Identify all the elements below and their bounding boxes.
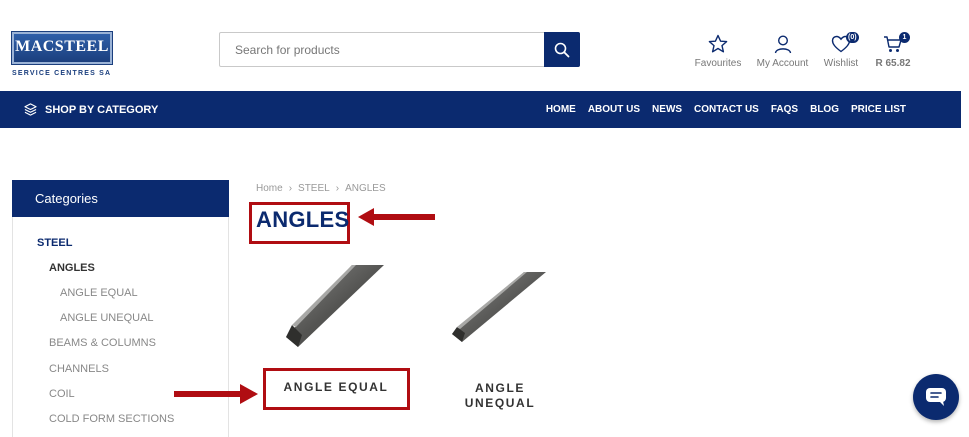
cart-count-badge: 1 <box>899 32 910 43</box>
nav-link-blog[interactable]: BLOG <box>810 104 839 115</box>
nav-link-price-list[interactable]: PRICE LIST <box>851 104 906 115</box>
nav-link-contact-us[interactable]: CONTACT US <box>694 104 759 115</box>
logo-wordmark: MACSTEEL <box>15 38 109 55</box>
annotation-arrow-left-icon <box>358 208 435 226</box>
nav-link-about-us[interactable]: ABOUT US <box>588 104 640 115</box>
category-item-steel[interactable]: STEEL <box>37 237 72 249</box>
category-item-coil[interactable]: COIL <box>49 388 75 400</box>
nav-link-news[interactable]: NEWS <box>652 104 682 115</box>
wishlist-link[interactable]: (0) Wishlist <box>822 32 860 69</box>
logo[interactable]: MACSTEEL SERVICE CENTRES SA <box>12 32 116 78</box>
chat-widget-button[interactable] <box>913 374 959 420</box>
shop-by-category-label: SHOP BY CATEGORY <box>45 103 159 116</box>
product-image-angle-equal <box>286 265 384 347</box>
shop-by-category-button[interactable]: SHOP BY CATEGORY <box>24 103 158 116</box>
breadcrumb-steel[interactable]: STEEL <box>298 183 330 194</box>
breadcrumb-separator-icon: › <box>288 183 293 194</box>
cart-link[interactable]: 1 R 65.82 <box>874 32 912 69</box>
search-icon <box>554 42 570 57</box>
search-input[interactable] <box>220 33 544 66</box>
favourites-link[interactable]: Favourites <box>694 32 742 69</box>
category-item-angles[interactable]: ANGLES <box>49 262 95 274</box>
product-image-angle-unequal <box>452 272 546 342</box>
breadcrumb: Home › STEEL › ANGLES <box>256 183 386 194</box>
star-icon <box>708 34 728 53</box>
product-name-angle-equal[interactable]: ANGLE EQUAL <box>266 380 406 395</box>
product-name-line-2: UNEQUAL <box>464 396 536 410</box>
breadcrumb-home[interactable]: Home <box>256 183 283 194</box>
search-button[interactable] <box>544 32 580 67</box>
categories-heading: Categories <box>12 180 229 217</box>
my-account-link[interactable]: My Account <box>755 32 810 69</box>
category-item-cold-form-sections[interactable]: COLD FORM SECTIONS <box>49 413 174 425</box>
favourites-label: Favourites <box>694 58 742 69</box>
search-bar <box>219 32 580 67</box>
my-account-label: My Account <box>756 58 809 69</box>
nav-links: HOME ABOUT US NEWS CONTACT US FAQS BLOG … <box>534 104 906 115</box>
breadcrumb-angles: ANGLES <box>345 183 386 194</box>
category-item-angle-equal[interactable]: ANGLE EQUAL <box>60 287 138 299</box>
logo-tagline: SERVICE CENTRES SA <box>12 70 112 77</box>
cart-total: R 65.82 <box>875 58 911 69</box>
user-icon <box>774 35 791 54</box>
annotation-arrow-right-icon <box>174 384 258 404</box>
layers-icon <box>24 103 37 116</box>
breadcrumb-separator-icon: › <box>335 183 340 194</box>
product-name-angle-unequal[interactable]: ANGLE UNEQUAL <box>440 381 560 411</box>
main-navbar: SHOP BY CATEGORY HOME ABOUT US NEWS CONT… <box>0 91 961 128</box>
nav-link-faqs[interactable]: FAQS <box>771 104 798 115</box>
chat-icon <box>926 388 946 406</box>
category-item-angle-unequal[interactable]: ANGLE UNEQUAL <box>60 312 154 324</box>
page-title: ANGLES <box>256 207 350 232</box>
category-item-beams-columns[interactable]: BEAMS & COLUMNS <box>49 337 156 349</box>
wishlist-count-badge: (0) <box>846 32 859 43</box>
category-item-channels[interactable]: CHANNELS <box>49 363 109 375</box>
product-name-line-1: ANGLE <box>475 381 525 395</box>
nav-link-home[interactable]: HOME <box>546 104 576 115</box>
page: MACSTEEL SERVICE CENTRES SA Favourites <box>0 0 969 437</box>
wishlist-label: Wishlist <box>823 58 859 69</box>
